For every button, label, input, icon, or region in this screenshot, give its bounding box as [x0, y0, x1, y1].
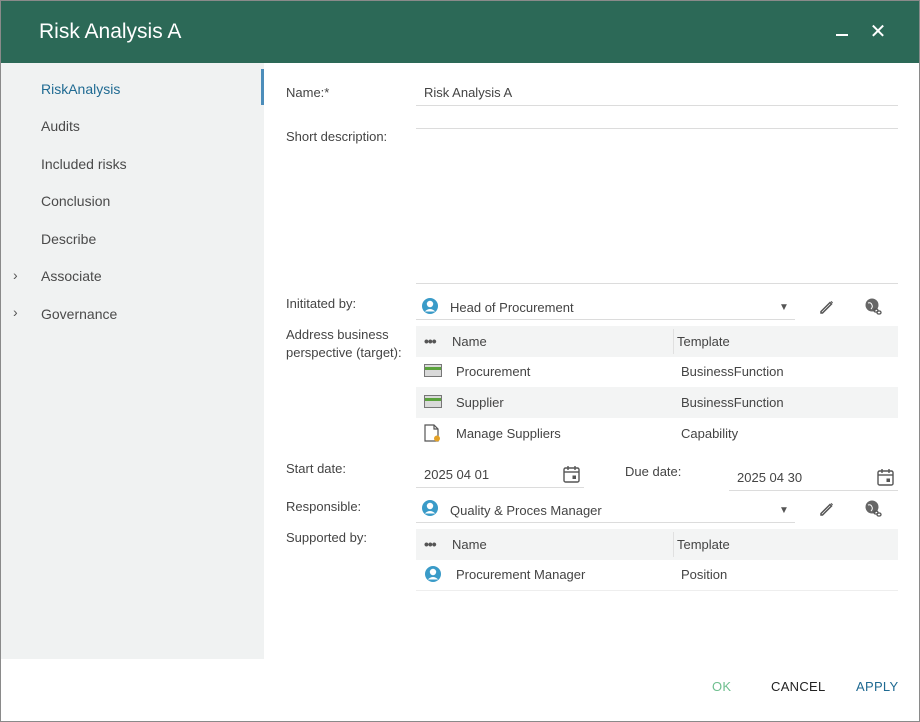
ok-button[interactable]: OK [712, 679, 731, 694]
sidebar-item-riskanalysis[interactable]: RiskAnalysis [41, 81, 120, 97]
due-date-input[interactable]: 2025 04 30 [737, 470, 802, 485]
sidebar-item-associate[interactable]: Associate [41, 268, 102, 284]
chevron-down-icon[interactable]: ▼ [779, 505, 789, 516]
sidebar-item-describe[interactable]: Describe [41, 231, 96, 247]
minimize-button[interactable] [829, 19, 855, 45]
close-icon: ✕ [869, 21, 887, 43]
name-underline [416, 105, 898, 106]
person-icon [422, 500, 438, 516]
edit-pencil-icon[interactable] [817, 499, 837, 519]
more-options-icon[interactable]: ••• [424, 529, 437, 560]
column-separator [673, 329, 674, 354]
capability-icon [424, 424, 440, 442]
row-name: Supplier [456, 395, 504, 410]
globe-link-icon[interactable] [864, 499, 884, 519]
supported-by-label: Supported by: [286, 530, 367, 545]
chevron-right-icon[interactable]: › [13, 304, 18, 320]
address-table-header: ••• Name Template [416, 326, 898, 357]
globe-link-icon[interactable] [864, 297, 884, 317]
row-template: BusinessFunction [681, 395, 784, 410]
responsible-label: Responsible: [286, 499, 362, 514]
start-date-input[interactable]: 2025 04 01 [424, 467, 489, 482]
table-row[interactable]: Supplier BusinessFunction [416, 387, 898, 418]
start-date-label: Start date: [286, 461, 346, 476]
initiated-by-underline [416, 319, 795, 320]
column-separator [673, 532, 674, 557]
supported-table-header: ••• Name Template [416, 529, 898, 560]
dialog-title: Risk Analysis A [39, 20, 182, 43]
row-name: Procurement Manager [456, 567, 586, 582]
row-name: Procurement [456, 364, 531, 379]
short-description-textarea[interactable] [416, 129, 898, 283]
short-description-label: Short description: [286, 129, 388, 144]
column-header-name[interactable]: Name [452, 529, 487, 560]
chevron-down-icon[interactable]: ▼ [779, 302, 789, 313]
sidebar-item-included-risks[interactable]: Included risks [41, 156, 127, 172]
table-row[interactable]: Procurement Manager Position [416, 559, 898, 590]
table-row[interactable]: Procurement BusinessFunction [416, 356, 898, 387]
table-row[interactable]: Manage Suppliers Capability [416, 418, 898, 449]
responsible-underline [416, 522, 795, 523]
close-button[interactable]: ✕ [865, 19, 891, 45]
active-indicator [261, 69, 264, 105]
edit-pencil-icon[interactable] [817, 297, 837, 317]
short-description-underline [416, 283, 898, 284]
row-template: Capability [681, 426, 739, 441]
column-header-template[interactable]: Template [677, 326, 730, 357]
sidebar-item-audits[interactable]: Audits [41, 118, 80, 134]
apply-button[interactable]: APPLY [856, 679, 898, 694]
address-label: Address business perspective (target): [286, 327, 402, 360]
row-name: Manage Suppliers [456, 426, 561, 441]
start-date-underline [416, 487, 584, 488]
business-function-icon [424, 395, 442, 408]
due-date-underline [729, 490, 898, 491]
row-template: BusinessFunction [681, 364, 784, 379]
due-date-label: Due date: [625, 464, 682, 479]
responsible-select[interactable]: Quality & Proces Manager [450, 503, 602, 518]
sidebar-item-governance[interactable]: Governance [41, 306, 117, 322]
person-icon [422, 298, 438, 314]
chevron-right-icon[interactable]: › [13, 267, 18, 283]
name-input[interactable]: Risk Analysis A [424, 85, 512, 100]
cancel-button[interactable]: CANCEL [771, 679, 826, 694]
business-function-icon [424, 364, 442, 377]
table-bottom-line [416, 590, 898, 591]
initiated-by-label: Inititated by: [286, 296, 357, 311]
calendar-icon[interactable] [877, 468, 894, 486]
risk-analysis-dialog: Risk Analysis A ✕ RiskAnalysis Audits In… [0, 0, 920, 722]
more-options-icon[interactable]: ••• [424, 326, 437, 357]
sidebar-item-conclusion[interactable]: Conclusion [41, 193, 110, 209]
calendar-icon[interactable] [563, 465, 580, 483]
column-header-name[interactable]: Name [452, 326, 487, 357]
position-icon [425, 566, 441, 582]
name-label: Name:* [286, 85, 330, 100]
title-bar: Risk Analysis A ✕ [1, 1, 919, 63]
sidebar: RiskAnalysis Audits Included risks Concl… [1, 63, 264, 659]
initiated-by-select[interactable]: Head of Procurement [450, 300, 574, 315]
column-header-template[interactable]: Template [677, 529, 730, 560]
row-template: Position [681, 567, 728, 582]
